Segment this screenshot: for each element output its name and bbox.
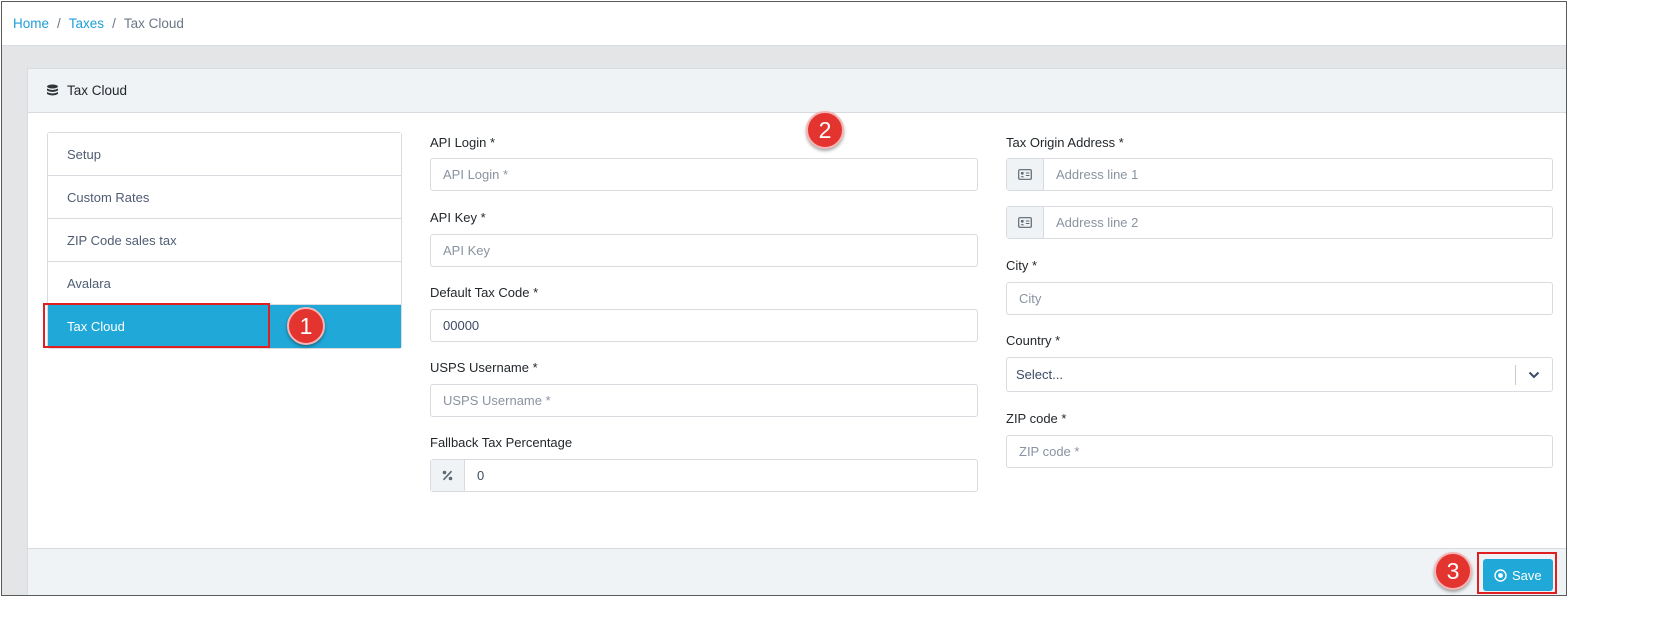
api-key-input[interactable]: API Key — [430, 234, 978, 267]
city-label: City * — [1006, 258, 1038, 273]
breadcrumb-home-link[interactable]: Home — [13, 16, 49, 31]
sidenav-item-setup[interactable]: Setup — [48, 133, 401, 176]
breadcrumb: Home / Taxes / Tax Cloud — [2, 2, 1566, 46]
sidenav-item-custom-rates[interactable]: Custom Rates — [48, 176, 401, 219]
api-login-label: API Login * — [430, 135, 496, 150]
app-frame: Home / Taxes / Tax Cloud Tax Cloud Setup… — [1, 1, 1567, 596]
default-tax-code-input[interactable]: 00000 — [430, 309, 978, 342]
breadcrumb-separator: / — [57, 16, 61, 31]
zip-code-label: ZIP code * — [1006, 411, 1067, 426]
card-footer — [28, 548, 1566, 595]
usps-username-label: USPS Username * — [430, 360, 538, 375]
annotation-badge-2: 2 — [806, 111, 844, 149]
circle-dot-icon — [1494, 568, 1507, 582]
api-login-input[interactable]: API Login * — [430, 158, 978, 191]
zip-code-input[interactable]: ZIP code * — [1006, 435, 1553, 468]
address-line2-input[interactable]: Address line 2 — [1044, 207, 1138, 238]
tax-origin-address-label: Tax Origin Address * — [1006, 135, 1124, 150]
address-card-icon — [1007, 207, 1044, 238]
country-select-value: Select... — [1016, 367, 1063, 382]
address-card-icon — [1007, 159, 1044, 190]
usps-username-input[interactable]: USPS Username * — [430, 384, 978, 417]
address-line1-input-group: Address line 1 — [1006, 158, 1553, 191]
fallback-tax-input[interactable]: 0 — [465, 460, 484, 491]
city-input[interactable]: City — [1006, 282, 1553, 315]
address-line1-input[interactable]: Address line 1 — [1044, 159, 1138, 190]
country-select[interactable]: Select... — [1006, 357, 1553, 392]
breadcrumb-separator: / — [112, 16, 116, 31]
percent-icon — [431, 460, 465, 491]
fallback-tax-input-group: 0 — [430, 459, 978, 492]
sidenav-item-avalara[interactable]: Avalara — [48, 262, 401, 305]
card-title: Tax Cloud — [67, 83, 128, 98]
database-icon — [46, 84, 59, 98]
highlight-box-tax-cloud — [43, 303, 270, 348]
save-button[interactable]: Save — [1483, 559, 1553, 591]
save-button-label: Save — [1512, 567, 1542, 583]
chevron-down-icon[interactable] — [1516, 371, 1552, 379]
fallback-tax-label: Fallback Tax Percentage — [430, 435, 573, 450]
country-label: Country * — [1006, 333, 1061, 348]
default-tax-code-label: Default Tax Code * — [430, 285, 539, 300]
breadcrumb-taxes-link[interactable]: Taxes — [69, 16, 104, 31]
api-key-label: API Key * — [430, 210, 486, 225]
breadcrumb-current: Tax Cloud — [123, 16, 184, 31]
address-line2-input-group: Address line 2 — [1006, 206, 1553, 239]
annotation-badge-1: 1 — [287, 307, 325, 345]
card-header: Tax Cloud — [28, 69, 1566, 113]
sidenav-item-zip-code-sales-tax[interactable]: ZIP Code sales tax — [48, 219, 401, 262]
annotation-badge-3: 3 — [1434, 552, 1472, 590]
